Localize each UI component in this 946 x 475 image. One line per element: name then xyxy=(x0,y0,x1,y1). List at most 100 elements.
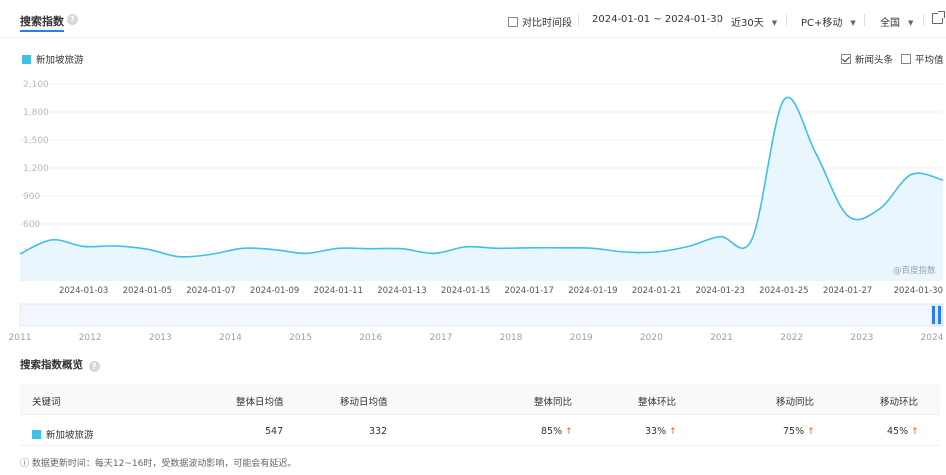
overall-avg-cell: 547 xyxy=(265,426,284,437)
timeline-year-label: 2019 xyxy=(570,333,593,343)
x-tick-label: 2024-01-30 xyxy=(894,286,943,296)
y-tick-label: 2,100 xyxy=(23,80,49,90)
divider xyxy=(923,14,924,26)
keyword-cell: 新加坡旅游 xyxy=(32,427,94,441)
chevron-down-icon: ▼ xyxy=(908,19,914,27)
device-dropdown[interactable]: PC+移动 ▼ xyxy=(801,14,856,29)
news-toggle[interactable]: 新闻头条 xyxy=(841,52,893,66)
col-overall-yoy: 整体同比 xyxy=(534,397,573,408)
divider xyxy=(786,14,787,26)
external-link-icon[interactable] xyxy=(932,11,945,24)
timeline-year-label: 2011 xyxy=(9,333,32,343)
average-checkbox[interactable] xyxy=(901,54,911,64)
region-value: 全国 xyxy=(880,18,900,29)
y-tick-label: 600 xyxy=(23,220,40,230)
region-dropdown[interactable]: 全国 ▼ xyxy=(880,14,913,29)
timeline-year-label: 2014 xyxy=(219,333,242,343)
x-tick-label: 2024-01-05 xyxy=(123,286,172,296)
legend-swatch xyxy=(22,55,31,64)
mobile-yoy-value: 75% xyxy=(783,426,805,437)
divider xyxy=(578,14,579,26)
x-tick-label: 2024-01-17 xyxy=(505,286,554,296)
mobile-mom-cell: 45% ↑ xyxy=(887,426,919,437)
timeline-year-label: 2015 xyxy=(289,333,312,343)
overview-table-header: 关键词 整体日均值 移动日均值 整体同比 整体环比 移动同比 移动环比 xyxy=(20,384,940,415)
timeline-year-label: 2021 xyxy=(710,333,733,343)
timeline-year-label: 2022 xyxy=(780,333,803,343)
timeline-year-label: 2018 xyxy=(500,333,523,343)
y-tick-label: 1,500 xyxy=(23,136,49,146)
arrow-up-icon: ↑ xyxy=(911,427,919,437)
x-tick-label: 2024-01-03 xyxy=(59,286,108,296)
divider xyxy=(864,14,865,26)
overview-title-text: 搜索指数概览 xyxy=(20,359,83,371)
y-tick-label: 1,200 xyxy=(23,164,49,174)
help-icon[interactable]: ? xyxy=(88,361,100,372)
x-tick-label: 2024-01-09 xyxy=(250,286,299,296)
overall-mom-cell: 33% ↑ xyxy=(645,426,677,437)
arrow-up-icon: ↑ xyxy=(807,427,815,437)
arrow-up-icon: ↑ xyxy=(669,427,677,437)
timeline-year-label: 2017 xyxy=(429,333,452,343)
mobile-yoy-cell: 75% ↑ xyxy=(783,426,815,437)
col-overall-mom: 整体环比 xyxy=(638,397,677,408)
average-label: 平均值 xyxy=(915,55,944,66)
arrow-up-icon: ↑ xyxy=(565,427,573,437)
header-bar: 搜索指数 ? 对比时间段 2024-01-01 ~ 2024-01-30 近30… xyxy=(0,0,946,38)
col-overall-avg: 整体日均值 xyxy=(236,397,284,408)
x-tick-label: 2024-01-19 xyxy=(568,286,617,296)
keyword-swatch xyxy=(32,430,41,439)
average-toggle[interactable]: 平均值 xyxy=(901,52,944,66)
info-icon: ⓘ xyxy=(20,459,30,469)
chevron-down-icon: ▼ xyxy=(850,19,856,27)
compare-period-toggle[interactable]: 对比时间段 xyxy=(508,14,572,29)
y-tick-label: 1,800 xyxy=(23,108,49,118)
overall-yoy-cell: 85% ↑ xyxy=(541,426,573,437)
timeline-year-label: 2013 xyxy=(149,333,172,343)
search-index-chart[interactable]: 2,1001,8001,5001,200900600300 2024-01-03… xyxy=(0,70,946,360)
x-tick-label: 2024-01-15 xyxy=(441,286,490,296)
date-range-text: 2024-01-01 ~ 2024-01-30 xyxy=(592,14,723,25)
watermark: @百度指数 xyxy=(893,266,936,276)
x-tick-label: 2024-01-07 xyxy=(186,286,235,296)
title-underline xyxy=(20,30,64,32)
footnote-text: 数据更新时间：每天12~16时，受数据波动影响，可能会有延迟。 xyxy=(31,459,297,469)
table-row: 新加坡旅游 547 332 85% ↑ 33% ↑ 75% ↑ 45% ↑ xyxy=(20,416,940,446)
compare-label: 对比时间段 xyxy=(522,18,572,29)
overview-title: 搜索指数概览 ? xyxy=(20,357,100,372)
compare-checkbox[interactable] xyxy=(508,17,518,27)
mobile-mom-value: 45% xyxy=(887,426,909,437)
chart-legend[interactable]: 新加坡旅游 xyxy=(22,52,84,66)
y-tick-label: 900 xyxy=(23,192,40,202)
x-tick-label: 2024-01-25 xyxy=(759,286,808,296)
x-tick-label: 2024-01-13 xyxy=(377,286,426,296)
timeline-year-label: 2024 xyxy=(921,333,944,343)
timeline-track[interactable] xyxy=(19,303,944,327)
overall-mom-value: 33% xyxy=(645,426,667,437)
chevron-down-icon: ▼ xyxy=(771,19,778,27)
x-tick-label: 2024-01-21 xyxy=(632,286,681,296)
period-value: 近30天 xyxy=(731,18,764,29)
timeline-year-label: 2023 xyxy=(850,333,873,343)
col-keyword: 关键词 xyxy=(32,397,61,408)
overall-yoy-value: 85% xyxy=(541,426,563,437)
legend-label: 新加坡旅游 xyxy=(36,55,84,66)
timeline-year-label: 2012 xyxy=(79,333,102,343)
footnote: ⓘ 数据更新时间：每天12~16时，受数据波动影响，可能会有延迟。 xyxy=(20,456,296,469)
help-icon[interactable]: ? xyxy=(67,14,78,25)
x-tick-label: 2024-01-27 xyxy=(823,286,872,296)
divider xyxy=(717,14,718,26)
news-checkbox[interactable] xyxy=(841,54,851,64)
keyword-text: 新加坡旅游 xyxy=(46,430,94,441)
device-value: PC+移动 xyxy=(801,18,843,29)
timeline-handle-right[interactable] xyxy=(938,306,941,324)
x-tick-label: 2024-01-23 xyxy=(696,286,745,296)
timeline-year-label: 2016 xyxy=(359,333,382,343)
col-mobile-mom: 移动环比 xyxy=(880,397,919,408)
timeline-year-label: 2020 xyxy=(640,333,663,343)
timeline-handle-left[interactable] xyxy=(932,306,935,324)
news-label: 新闻头条 xyxy=(855,55,894,66)
date-range-picker[interactable]: 2024-01-01 ~ 2024-01-30 xyxy=(592,14,723,25)
col-mobile-yoy: 移动同比 xyxy=(776,397,815,408)
period-dropdown[interactable]: 近30天 ▼ xyxy=(731,14,777,29)
